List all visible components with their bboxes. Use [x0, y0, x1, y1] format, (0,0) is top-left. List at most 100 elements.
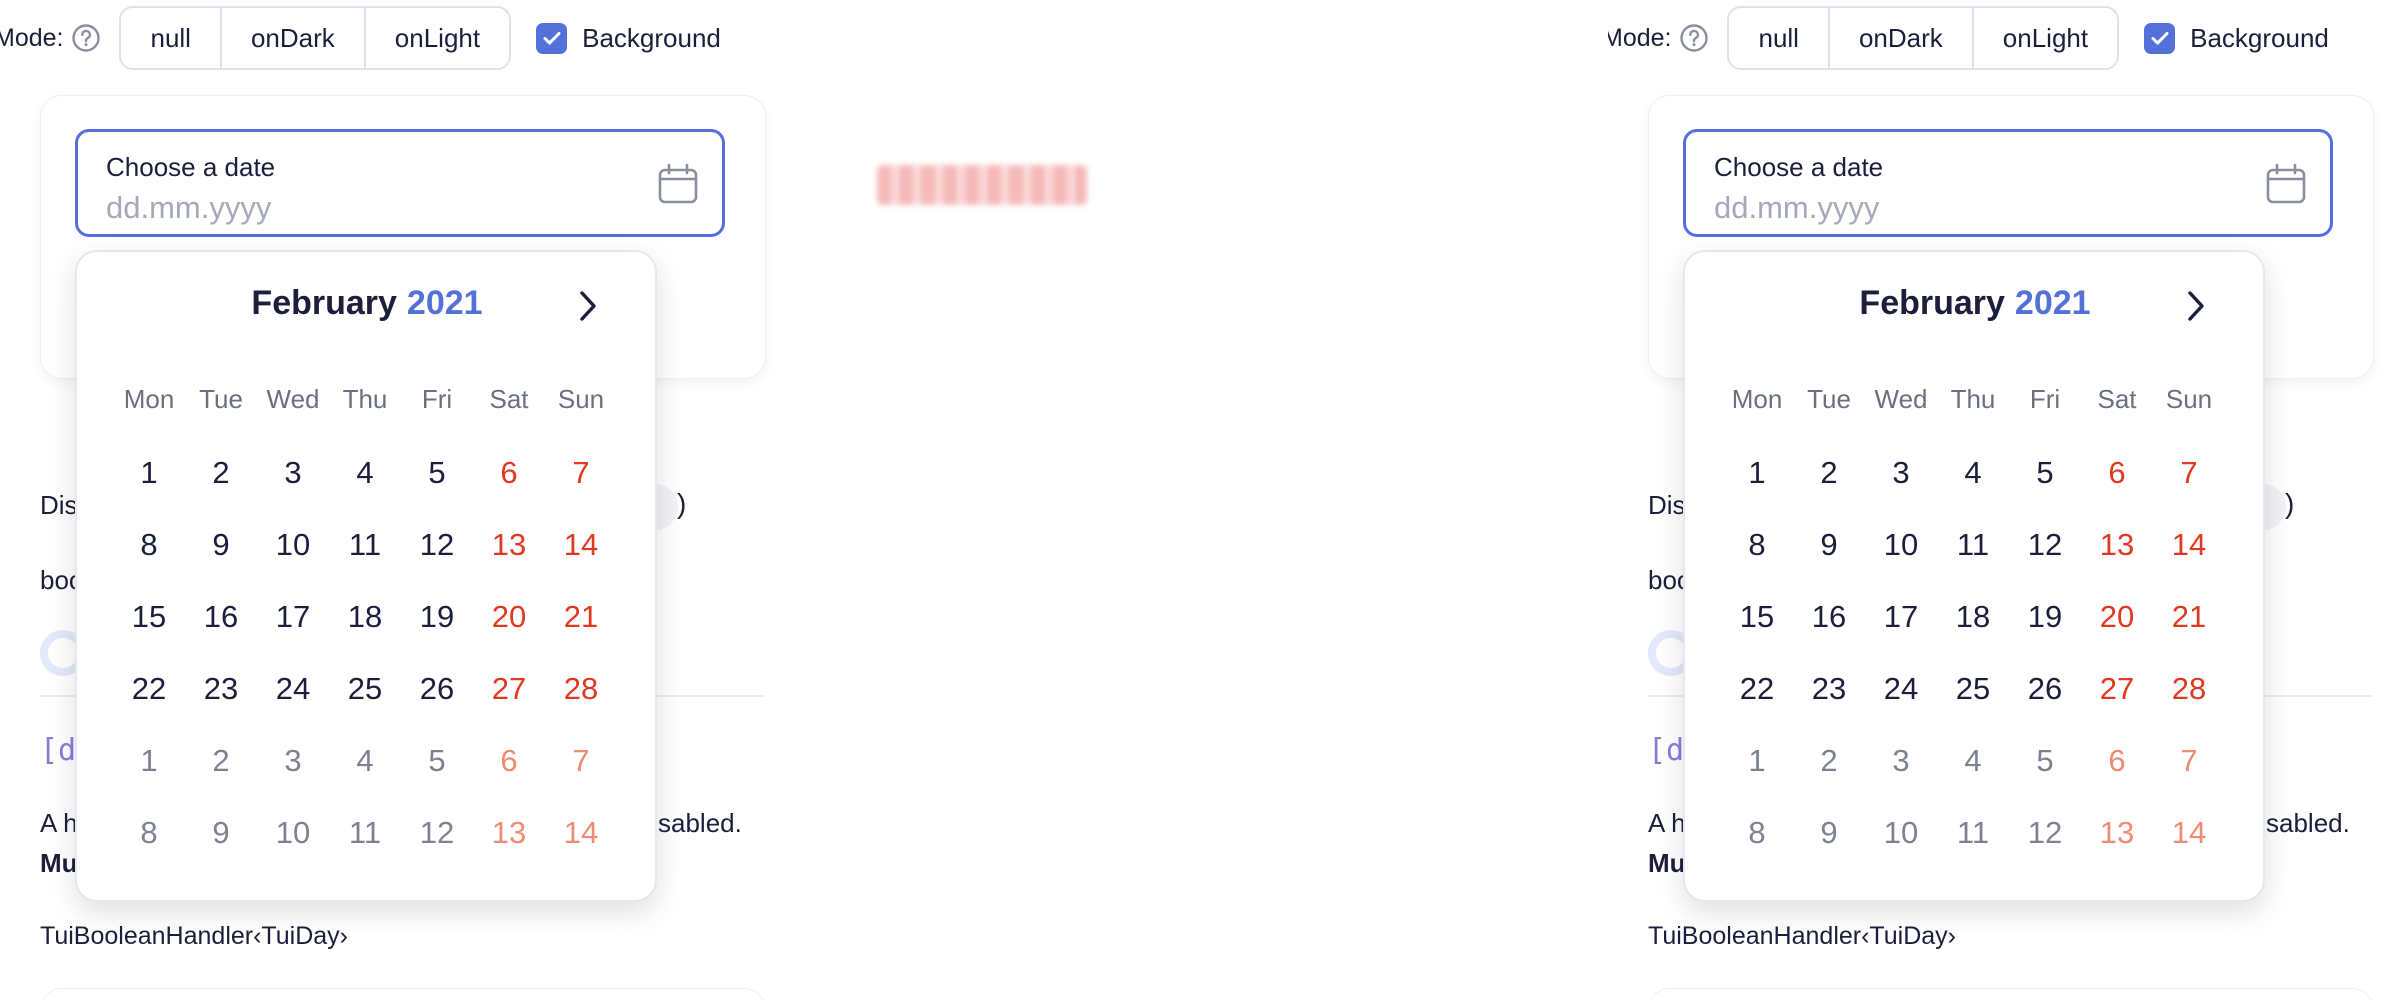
calendar-day-next-month[interactable]: 6	[473, 725, 545, 797]
calendar-day-next-month[interactable]: 5	[2009, 725, 2081, 797]
calendar-day-next-month[interactable]: 7	[2153, 725, 2225, 797]
calendar-day-next-month[interactable]: 1	[1721, 725, 1793, 797]
calendar-day-next-month[interactable]: 6	[2081, 725, 2153, 797]
calendar-day[interactable]: 5	[401, 437, 473, 509]
calendar-month[interactable]: February	[1859, 284, 2005, 322]
calendar-day[interactable]: 21	[545, 581, 617, 653]
calendar-day[interactable]: 21	[2153, 581, 2225, 653]
calendar-day[interactable]: 12	[2009, 509, 2081, 581]
calendar-day[interactable]: 8	[113, 509, 185, 581]
calendar-day-next-month[interactable]: 3	[1865, 725, 1937, 797]
calendar-day[interactable]: 14	[2153, 509, 2225, 581]
calendar-day-next-month[interactable]: 9	[1793, 797, 1865, 869]
calendar-day[interactable]: 19	[2009, 581, 2081, 653]
calendar-day-next-month[interactable]: 4	[329, 725, 401, 797]
help-circle-icon[interactable]	[1679, 23, 1709, 53]
calendar-day[interactable]: 20	[2081, 581, 2153, 653]
calendar-day[interactable]: 17	[257, 581, 329, 653]
calendar-day[interactable]: 4	[1937, 437, 2009, 509]
calendar-day[interactable]: 25	[1937, 653, 2009, 725]
calendar-day[interactable]: 9	[1793, 509, 1865, 581]
calendar-day[interactable]: 2	[1793, 437, 1865, 509]
calendar-day[interactable]: 15	[1721, 581, 1793, 653]
calendar-day-next-month[interactable]: 10	[1865, 797, 1937, 869]
calendar-day-next-month[interactable]: 9	[185, 797, 257, 869]
background-toggle[interactable]: Background	[2144, 22, 2329, 54]
help-circle-icon[interactable]	[71, 23, 101, 53]
calendar-day-next-month[interactable]: 4	[1937, 725, 2009, 797]
calendar-day[interactable]: 23	[185, 653, 257, 725]
mode-null-button[interactable]: null	[121, 8, 222, 68]
calendar-day[interactable]: 9	[185, 509, 257, 581]
calendar-day[interactable]: 2	[185, 437, 257, 509]
background-toggle[interactable]: Background	[536, 22, 721, 54]
calendar-day[interactable]: 26	[2009, 653, 2081, 725]
calendar-day[interactable]: 11	[329, 509, 401, 581]
calendar-day[interactable]: 26	[401, 653, 473, 725]
calendar-day[interactable]: 23	[1793, 653, 1865, 725]
calendar-day[interactable]: 11	[1937, 509, 2009, 581]
background-checkbox[interactable]	[536, 22, 568, 54]
date-input-field[interactable]: Choose a date dd.mm.yyyy	[75, 129, 725, 237]
calendar-day[interactable]: 16	[1793, 581, 1865, 653]
calendar-day[interactable]: 17	[1865, 581, 1937, 653]
mode-ondark-button[interactable]: onDark	[1829, 8, 1974, 68]
calendar-day[interactable]: 4	[329, 437, 401, 509]
calendar-day-next-month[interactable]: 12	[401, 797, 473, 869]
background-checkbox[interactable]	[2144, 22, 2176, 54]
calendar-month[interactable]: February	[251, 284, 397, 322]
calendar-day[interactable]: 8	[1721, 509, 1793, 581]
calendar-day[interactable]: 22	[113, 653, 185, 725]
calendar-day[interactable]: 7	[2153, 437, 2225, 509]
calendar-day[interactable]: 3	[257, 437, 329, 509]
calendar-day[interactable]: 13	[2081, 509, 2153, 581]
calendar-day[interactable]: 7	[545, 437, 617, 509]
calendar-day-next-month[interactable]: 11	[329, 797, 401, 869]
calendar-day[interactable]: 28	[545, 653, 617, 725]
calendar-day[interactable]: 10	[257, 509, 329, 581]
calendar-day[interactable]: 27	[2081, 653, 2153, 725]
calendar-day-next-month[interactable]: 7	[545, 725, 617, 797]
calendar-day[interactable]: 6	[2081, 437, 2153, 509]
next-month-button[interactable]	[2175, 286, 2215, 326]
calendar-day-next-month[interactable]: 10	[257, 797, 329, 869]
mode-null-button[interactable]: null	[1729, 8, 1830, 68]
calendar-day[interactable]: 12	[401, 509, 473, 581]
calendar-day[interactable]: 6	[473, 437, 545, 509]
calendar-day[interactable]: 14	[545, 509, 617, 581]
calendar-day[interactable]: 1	[113, 437, 185, 509]
calendar-day[interactable]: 18	[329, 581, 401, 653]
calendar-day[interactable]: 18	[1937, 581, 2009, 653]
calendar-day[interactable]: 10	[1865, 509, 1937, 581]
calendar-day[interactable]: 24	[257, 653, 329, 725]
mode-onlight-button[interactable]: onLight	[365, 8, 510, 68]
calendar-day[interactable]: 25	[329, 653, 401, 725]
calendar-day[interactable]: 5	[2009, 437, 2081, 509]
calendar-day-next-month[interactable]: 2	[1793, 725, 1865, 797]
calendar-day[interactable]: 3	[1865, 437, 1937, 509]
calendar-day[interactable]: 27	[473, 653, 545, 725]
calendar-icon[interactable]	[2264, 162, 2308, 206]
calendar-day[interactable]: 15	[113, 581, 185, 653]
mode-ondark-button[interactable]: onDark	[221, 8, 366, 68]
calendar-day-next-month[interactable]: 3	[257, 725, 329, 797]
calendar-day-next-month[interactable]: 2	[185, 725, 257, 797]
calendar-day-next-month[interactable]: 12	[2009, 797, 2081, 869]
calendar-day-next-month[interactable]: 14	[2153, 797, 2225, 869]
calendar-day[interactable]: 20	[473, 581, 545, 653]
calendar-day-next-month[interactable]: 13	[2081, 797, 2153, 869]
calendar-day[interactable]: 1	[1721, 437, 1793, 509]
calendar-day-next-month[interactable]: 13	[473, 797, 545, 869]
calendar-day-next-month[interactable]: 8	[1721, 797, 1793, 869]
date-input-field[interactable]: Choose a date dd.mm.yyyy	[1683, 129, 2333, 237]
next-month-button[interactable]	[567, 286, 607, 326]
calendar-day[interactable]: 19	[401, 581, 473, 653]
calendar-year[interactable]: 2021	[407, 284, 483, 322]
calendar-day-next-month[interactable]: 8	[113, 797, 185, 869]
calendar-day-next-month[interactable]: 1	[113, 725, 185, 797]
calendar-day-next-month[interactable]: 11	[1937, 797, 2009, 869]
calendar-year[interactable]: 2021	[2015, 284, 2091, 322]
calendar-day[interactable]: 16	[185, 581, 257, 653]
calendar-day[interactable]: 13	[473, 509, 545, 581]
calendar-day[interactable]: 24	[1865, 653, 1937, 725]
